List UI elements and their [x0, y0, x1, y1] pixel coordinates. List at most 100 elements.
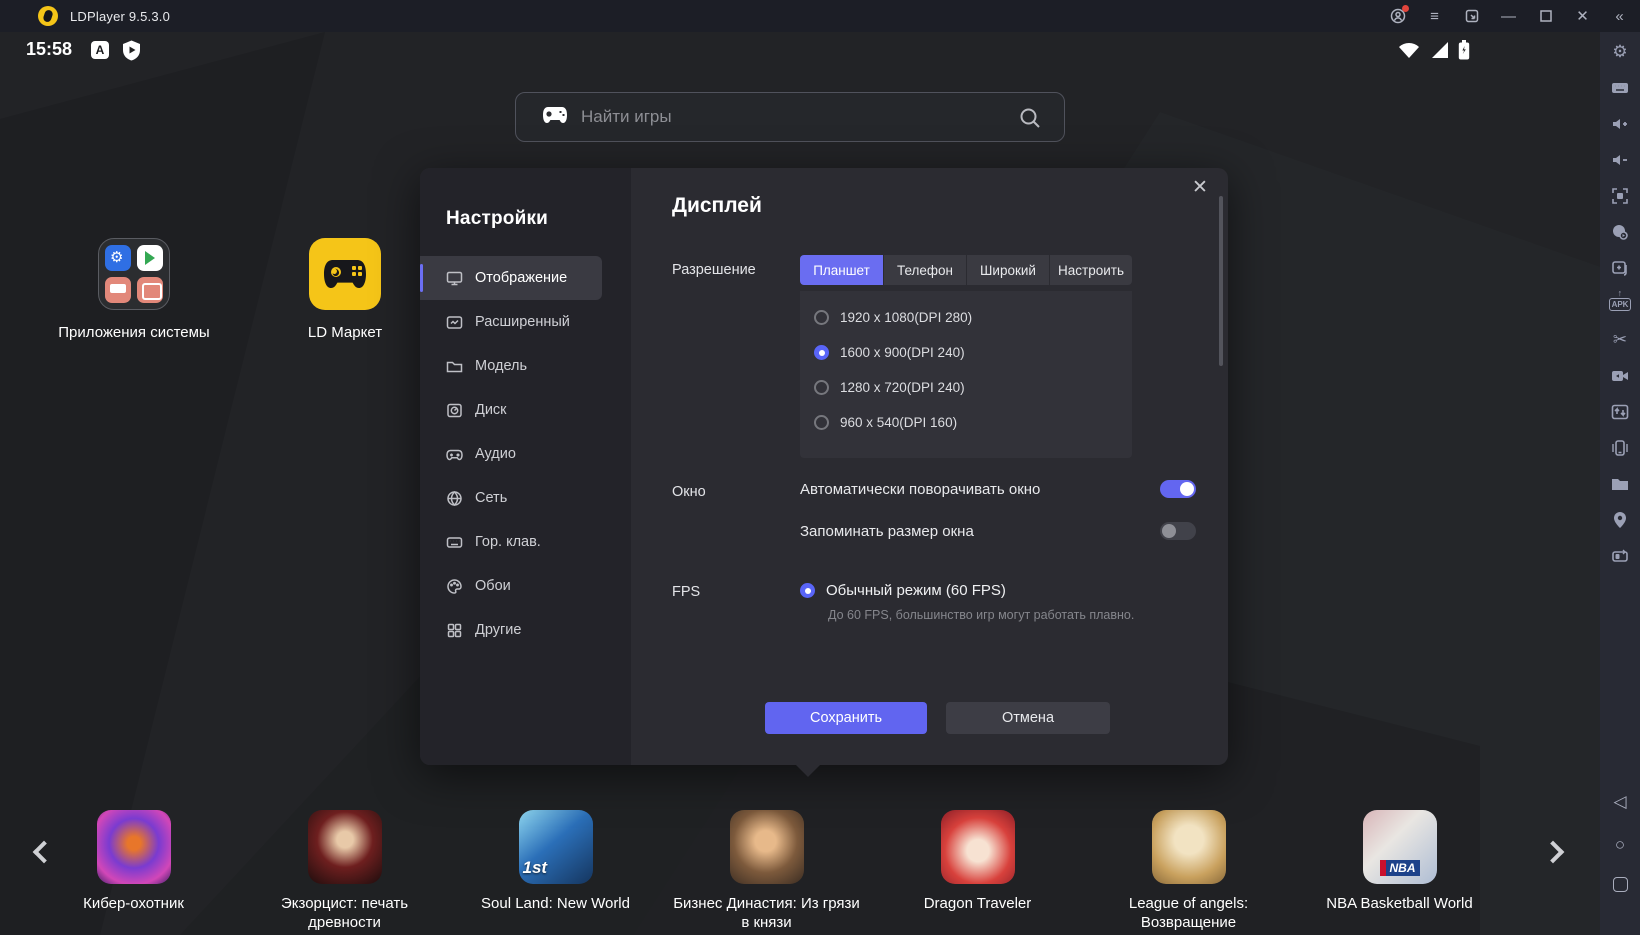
sidebar-item-label: Модель — [475, 358, 528, 374]
dialog-pointer-tail — [796, 765, 820, 777]
shared-folder-icon[interactable] — [1609, 473, 1631, 495]
ld-market-app[interactable]: LD Маркет — [240, 238, 450, 341]
close-button[interactable]: ✕ — [1574, 8, 1591, 25]
dock-app[interactable]: NBA NBA Basketball World — [1294, 810, 1505, 913]
sidebar-item-advanced[interactable]: Расширенный — [420, 300, 631, 344]
sidebar-item-label: Аудио — [475, 446, 516, 462]
system-apps-folder-icon[interactable] — [98, 238, 170, 310]
auto-rotate-label: Автоматически поворачивать окно — [800, 480, 1041, 498]
sidebar-item-label: Отображение — [475, 270, 568, 286]
resolution-options-panel: 1920 x 1080(DPI 280) 1600 x 900(DPI 240)… — [800, 291, 1132, 458]
dock-app[interactable]: Бизнес Династия: Из грязи в князи — [661, 810, 872, 932]
android-back-button[interactable]: ◁ — [1600, 792, 1640, 812]
tab-wide[interactable]: Широкий — [966, 255, 1049, 285]
sidebar-item-network[interactable]: Сеть — [420, 476, 631, 520]
dock-app[interactable]: Экзорцист: печать древности — [239, 810, 450, 932]
android-recents-button[interactable] — [1600, 877, 1640, 892]
sidebar-item-other[interactable]: Другие — [420, 608, 631, 652]
screen-clip-icon[interactable]: ✂ — [1609, 329, 1631, 351]
screen-rotate-icon[interactable] — [1609, 545, 1631, 567]
fullscreen-icon[interactable] — [1609, 185, 1631, 207]
sidebar-item-hotkeys[interactable]: Гор. клав. — [420, 520, 631, 564]
radio-unselected-icon[interactable] — [814, 380, 829, 395]
dock-app-label: NBA Basketball World — [1326, 895, 1473, 912]
dock-app[interactable]: 1st Soul Land: New World — [450, 810, 661, 913]
dialog-scrollbar[interactable] — [1219, 196, 1223, 366]
resolution-option-1920[interactable]: 1920 x 1080(DPI 280) — [814, 300, 1132, 335]
resolution-option-1280[interactable]: 1280 x 720(DPI 240) — [814, 370, 1132, 405]
dock-app-label: Dragon Traveler — [923, 895, 1032, 912]
fps-mode-row[interactable]: Обычный режим (60 FPS) — [800, 582, 1006, 599]
remember-size-toggle[interactable] — [1160, 522, 1196, 540]
system-apps-folder[interactable]: Приложения системы — [29, 238, 239, 341]
app-icon-business-dynasty[interactable] — [729, 810, 804, 884]
radio-unselected-icon[interactable] — [814, 310, 829, 325]
emulator-toolbar: ⚙ APK ✂ — [1600, 32, 1640, 935]
android-statusbar: 15:58 A — [0, 32, 1600, 72]
sidebar-item-label: Сеть — [475, 490, 508, 506]
sidebar-item-model[interactable]: Модель — [420, 344, 631, 388]
sidebar-item-audio[interactable]: Аудио — [420, 432, 631, 476]
window-title: LDPlayer 9.5.3.0 — [70, 8, 171, 24]
keyboard-mapping-icon[interactable] — [1609, 77, 1631, 99]
gauge-icon — [446, 315, 463, 329]
dock-app[interactable]: Кибер-охотник — [28, 810, 239, 913]
nba-logo-text: NBA — [1379, 860, 1420, 876]
game-search-bar[interactable]: Найти игры — [515, 92, 1065, 142]
android-home-button[interactable]: ○ — [1600, 835, 1640, 855]
screen-record-icon[interactable] — [1609, 365, 1631, 387]
dock-app[interactable]: Dragon Traveler — [872, 810, 1083, 913]
first-badge: 1st — [522, 858, 548, 877]
save-button[interactable]: Сохранить — [765, 702, 927, 734]
notification-dot — [1402, 4, 1409, 12]
settings-title: Настройки — [446, 208, 549, 229]
resolution-option-1600[interactable]: 1600 x 900(DPI 240) — [814, 335, 1132, 370]
app-icon-exorcist[interactable] — [307, 810, 382, 884]
app-icon-dragon-traveler[interactable] — [940, 810, 1015, 884]
shake-phone-icon[interactable] — [1609, 437, 1631, 459]
tab-custom[interactable]: Настроить — [1049, 255, 1132, 285]
radio-selected-icon[interactable] — [814, 345, 829, 360]
window-section-label: Окно — [672, 484, 706, 500]
popout-icon[interactable] — [1463, 8, 1480, 25]
game-assist-icon[interactable] — [1609, 221, 1631, 243]
remember-size-label: Запоминать размер окна — [800, 522, 974, 540]
app-icon-cyber-hunter[interactable] — [96, 810, 171, 884]
dock-app[interactable]: League of angels: Возвращение — [1083, 810, 1294, 932]
sidebar-item-wallpaper[interactable]: Обои — [420, 564, 631, 608]
menu-icon[interactable]: ≡ — [1426, 8, 1443, 25]
app-icon-soul-land[interactable]: 1st — [518, 810, 593, 884]
cancel-button[interactable]: Отмена — [946, 702, 1110, 734]
app-icon-nba-basketball-world[interactable]: NBA — [1362, 810, 1437, 884]
virtual-location-icon[interactable] — [1609, 509, 1631, 531]
emulator-settings-icon[interactable]: ⚙ — [1609, 41, 1631, 63]
radio-unselected-icon[interactable] — [814, 415, 829, 430]
maximize-button[interactable] — [1537, 8, 1554, 25]
sidebar-item-label: Гор. клав. — [475, 534, 541, 550]
sidebar-item-display[interactable]: Отображение — [420, 256, 602, 300]
gallery-app-icon — [137, 277, 163, 303]
minimize-button[interactable]: — — [1500, 8, 1517, 25]
radio-selected-icon[interactable] — [800, 583, 815, 598]
dialog-close-icon[interactable]: ✕ — [1188, 176, 1212, 200]
dock-app-label: Бизнес Династия: Из грязи в князи — [673, 895, 860, 931]
sync-operation-icon[interactable] — [1609, 401, 1631, 423]
apk-install-icon[interactable]: APK — [1608, 288, 1632, 315]
android-screen: 15:58 A Найти игры ⚙ Приложения системы … — [0, 32, 1600, 935]
sidebar-item-disk[interactable]: Диск — [420, 388, 631, 432]
gamepad-icon — [542, 106, 568, 129]
volume-up-icon[interactable] — [1609, 113, 1631, 135]
fps-mode-label: Обычный режим (60 FPS) — [826, 582, 1006, 599]
app-icon-league-of-angels[interactable] — [1151, 810, 1226, 884]
search-icon[interactable] — [1018, 106, 1042, 135]
volume-down-icon[interactable] — [1609, 149, 1631, 171]
collapse-toolbar-icon[interactable]: « — [1611, 8, 1628, 25]
resolution-option-label: 1920 x 1080(DPI 280) — [840, 310, 973, 325]
tab-phone[interactable]: Телефон — [883, 255, 966, 285]
multi-instance-icon[interactable] — [1609, 257, 1631, 279]
account-icon[interactable] — [1389, 4, 1409, 25]
tab-tablet[interactable]: Планшет — [800, 255, 883, 285]
auto-rotate-toggle[interactable] — [1160, 480, 1196, 498]
ld-market-icon[interactable] — [309, 238, 381, 310]
resolution-option-960[interactable]: 960 x 540(DPI 160) — [814, 405, 1132, 440]
